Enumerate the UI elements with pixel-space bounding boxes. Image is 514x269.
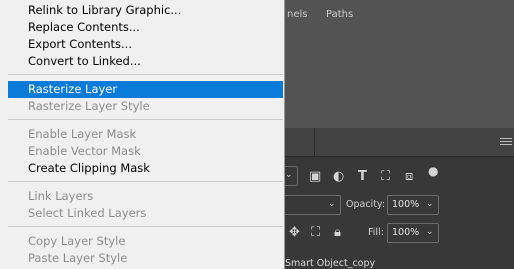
menu-item-paste-layer-style: Paste Layer Style [28,251,128,265]
menu-item-export-contents[interactable]: Export Contents... [8,36,283,53]
menu-item-enable-layer-mask: Enable Layer Mask [28,127,137,141]
panel-tab-bar [284,128,514,157]
fill-label: Fill: [368,227,384,238]
menu-item-create-clipping-mask[interactable]: Create Clipping Mask [8,160,283,177]
menu-item-convert-to-linked[interactable]: Convert to Linked... [8,53,283,70]
tab-paths[interactable]: Paths [326,9,353,20]
fill-value: 100% [392,227,420,238]
chevron-down-icon: ⌄ [426,199,434,209]
tab-divider [314,128,315,156]
artboard-lock-icon[interactable]: ⛶ [311,226,320,239]
menu-separator [8,119,283,120]
panel-menu-icon[interactable] [500,138,512,147]
shape-filter-icon[interactable]: ⛶ [381,170,390,183]
chevron-down-icon: ⌄ [328,199,336,209]
opacity-value: 100% [392,199,420,210]
move-lock-icon[interactable]: ✥ [289,226,300,239]
smart-object-filter-icon[interactable]: ⧈ [405,170,413,183]
menu-separator [8,226,283,227]
menu-item-copy-layer-style: Copy Layer Style [28,234,126,248]
lock-icon[interactable]: 🔒︎ [334,226,341,239]
chevron-down-icon: ⌄ [285,170,293,180]
layer-name: Smart Object_copy [285,258,376,269]
menu-separator [8,181,283,182]
menu-item-rasterize-layer-style: Rasterize Layer Style [28,99,150,113]
menu-item-relink-library[interactable]: Relink to Library Graphic... [8,2,283,19]
image-filter-icon[interactable]: ▣ [309,170,321,183]
menu-item-enable-vector-mask: Enable Vector Mask [28,144,141,158]
menu-item-link-layers: Link Layers [28,189,94,203]
opacity-label: Opacity: [346,199,386,210]
adjustment-filter-icon[interactable]: ◐ [333,170,344,183]
menu-item-replace-contents[interactable]: Replace Contents... [8,19,283,36]
tab-channels[interactable]: nels [287,9,307,20]
context-menu: Relink to Library Graphic... Replace Con… [0,0,285,269]
type-filter-icon[interactable]: T [358,170,367,183]
chevron-down-icon: ⌄ [426,227,434,237]
menu-item-select-linked-layers: Select Linked Layers [28,206,147,220]
menu-separator [8,74,283,75]
menu-item-rasterize-layer[interactable]: Rasterize Layer [8,81,283,98]
filter-toggle-icon[interactable]: ● [428,165,438,178]
